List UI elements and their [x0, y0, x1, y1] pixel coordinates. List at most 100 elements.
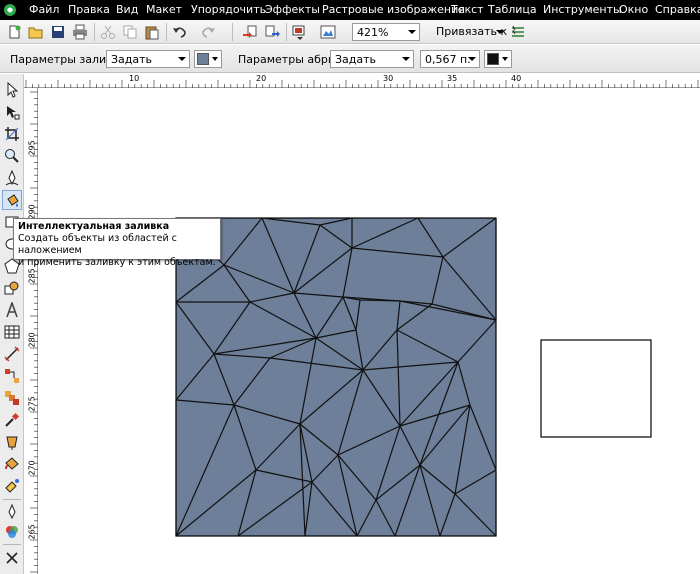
fill-options-select[interactable]: Задать: [106, 50, 190, 68]
table-icon: [4, 325, 20, 339]
zoom-combo[interactable]: 421%: [352, 23, 420, 41]
color-tool[interactable]: [2, 522, 22, 542]
paste-button[interactable]: [142, 22, 162, 42]
close-docker-button[interactable]: [2, 548, 22, 568]
menu-bitmaps[interactable]: Растровые изображения: [322, 3, 465, 16]
tooltip-title: Интеллектуальная заливка: [18, 221, 170, 232]
outline-options-select[interactable]: Задать: [330, 50, 414, 68]
menu-tools[interactable]: Инструменты: [543, 3, 622, 16]
menu-table[interactable]: Таблица: [488, 3, 537, 16]
paste-icon: [145, 26, 159, 40]
menu-window[interactable]: Окно: [619, 3, 648, 16]
toolbar-separator: [166, 23, 167, 41]
zoom-icon: [5, 149, 19, 163]
blend-tool[interactable]: [2, 388, 22, 408]
open-icon: [28, 27, 43, 39]
basic-shapes-icon: [4, 281, 19, 295]
redo-icon: [202, 27, 215, 38]
connector-tool[interactable]: [2, 366, 22, 386]
undo-icon: [173, 27, 186, 38]
save-button[interactable]: [48, 22, 68, 42]
ruler-label: 295: [27, 140, 37, 156]
chevron-down-icon: [502, 57, 508, 61]
toolbox-separator: [3, 544, 21, 545]
menu-view[interactable]: Вид: [116, 3, 138, 16]
copy-button[interactable]: [120, 22, 140, 42]
horizontal-ruler[interactable]: 10 20 30 35 40: [24, 74, 700, 88]
fill-tool[interactable]: [2, 454, 22, 474]
chevron-down-icon: [468, 57, 476, 61]
vertical-ruler-ticks: [30, 91, 38, 573]
menu-edit[interactable]: Правка: [68, 3, 110, 16]
outline-color-picker[interactable]: [484, 50, 512, 68]
interactive-fill-tool[interactable]: [2, 476, 22, 496]
pick-icon: [7, 82, 19, 98]
menu-bar: Файл Правка Вид Макет Упорядочить Эффект…: [0, 0, 700, 20]
snap-options-button[interactable]: [508, 22, 528, 42]
eyedropper-icon: [5, 412, 20, 427]
fill-options-value: Задать: [111, 53, 153, 66]
chevron-down-icon: [408, 30, 416, 34]
property-bar: Параметры заливки: Задать Параметры абри…: [0, 45, 700, 73]
redo-button[interactable]: [198, 22, 218, 42]
zoom-tool[interactable]: [2, 146, 22, 166]
table-tool[interactable]: [2, 322, 22, 342]
crop-icon: [5, 127, 19, 141]
ruler-label: 275: [27, 396, 37, 412]
horizontal-ruler-ticks: [25, 80, 699, 88]
text-tool[interactable]: [2, 300, 22, 320]
welcome-button[interactable]: [318, 22, 338, 42]
outline-color-swatch: [487, 53, 499, 65]
pick-tool[interactable]: [2, 80, 22, 100]
standard-toolbar: 421% Привязать к: [0, 20, 700, 44]
print-button[interactable]: [70, 22, 90, 42]
outline-width-select[interactable]: 0,567 п.: [420, 50, 480, 68]
chevron-down-icon: [178, 57, 186, 61]
parallel-dimension-icon: [4, 346, 20, 362]
smart-fill-tool[interactable]: [2, 190, 22, 210]
outline-pen-tool[interactable]: [2, 432, 22, 452]
menu-arrange[interactable]: Упорядочить: [191, 3, 266, 16]
vertical-ruler[interactable]: 295 290 285 280 275 270 265: [24, 88, 38, 574]
crop-tool[interactable]: [2, 124, 22, 144]
ruler-label: 10: [129, 74, 140, 83]
ruler-label: 40: [511, 74, 522, 83]
chevron-down-icon[interactable]: [496, 30, 504, 34]
undo-button[interactable]: [170, 22, 190, 42]
ruler-label: 285: [27, 268, 37, 284]
save-icon: [52, 26, 64, 38]
chevron-down-icon: [402, 57, 410, 61]
cut-button[interactable]: [98, 22, 118, 42]
menu-effects[interactable]: Эффекты: [265, 3, 320, 16]
parallel-dimension-tool[interactable]: [2, 344, 22, 364]
basic-shapes-tool[interactable]: [2, 278, 22, 298]
new-button[interactable]: [4, 22, 24, 42]
empty-rectangle[interactable]: [540, 339, 652, 438]
menu-file[interactable]: Файл: [29, 3, 59, 16]
connector-icon: [5, 369, 19, 383]
drawing-canvas[interactable]: [39, 89, 700, 574]
menu-text[interactable]: Текст: [451, 3, 484, 16]
ruler-label: 280: [27, 332, 37, 348]
cut-icon: [101, 25, 115, 39]
import-button[interactable]: [240, 22, 260, 42]
open-button[interactable]: [26, 22, 46, 42]
shape-tool[interactable]: [2, 102, 22, 122]
launch-button[interactable]: [290, 22, 310, 42]
toolbox: [0, 74, 24, 574]
tooltip-line: Создать объекты из областей с наложением: [18, 233, 177, 256]
corel-window: Файл Правка Вид Макет Упорядочить Эффект…: [0, 0, 700, 574]
close-icon: [6, 552, 18, 564]
export-button[interactable]: [262, 22, 282, 42]
freehand-tool[interactable]: [2, 168, 22, 188]
drawing-page[interactable]: [39, 89, 700, 574]
eyedropper-tool[interactable]: [2, 410, 22, 430]
menu-layout[interactable]: Макет: [146, 3, 182, 16]
menu-help[interactable]: Справка: [655, 3, 700, 16]
smart-fill-icon: [7, 194, 19, 207]
corel-logo-icon: [4, 4, 16, 16]
snap-options-icon: [512, 25, 524, 37]
contour-tool[interactable]: [2, 502, 22, 522]
toolbar-separator: [286, 23, 287, 41]
fill-color-picker[interactable]: [194, 50, 222, 68]
